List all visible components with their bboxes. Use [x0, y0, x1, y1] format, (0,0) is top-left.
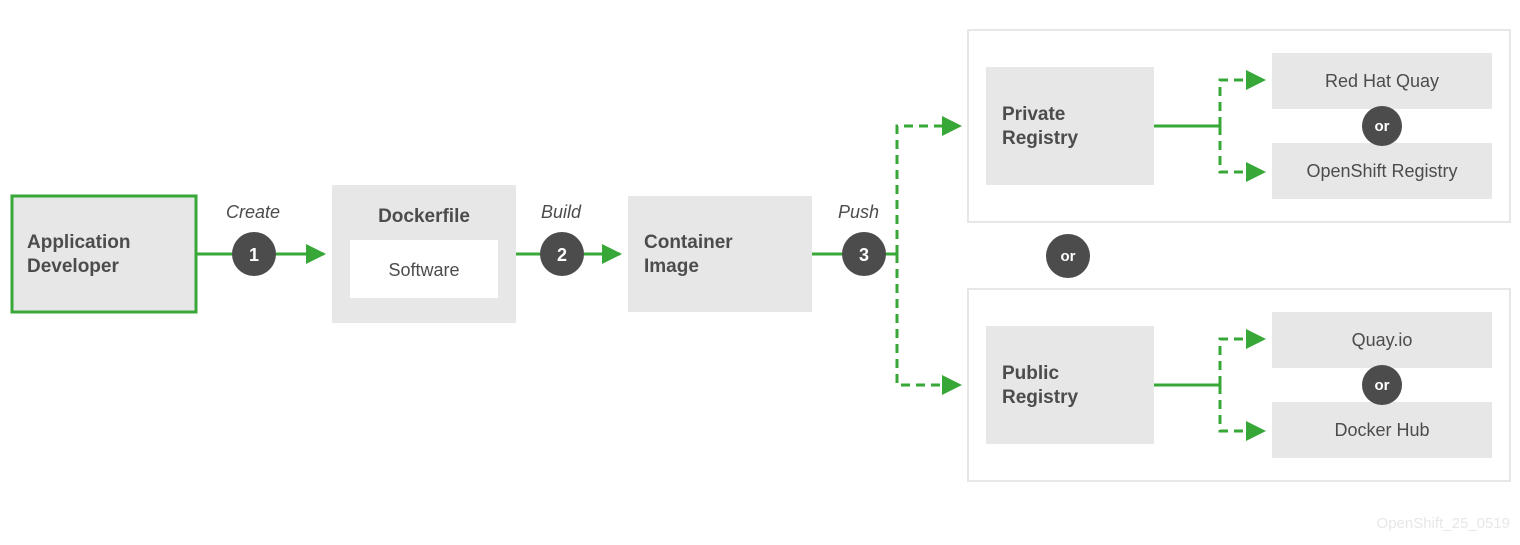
node-label: Container	[644, 232, 733, 253]
public-registry-split	[1154, 339, 1264, 431]
node-public-registry: Public Registry	[986, 326, 1154, 444]
svg-text:or: or	[1061, 248, 1076, 265]
step-1-create: Create 1	[196, 202, 324, 276]
svg-text:Registry: Registry	[1002, 387, 1078, 408]
svg-text:or: or	[1375, 118, 1390, 135]
node-label: Application	[27, 232, 130, 253]
node-openshift-registry: OpenShift Registry	[1272, 143, 1492, 199]
step-number: 3	[859, 245, 869, 265]
node-private-registry: Private Registry	[986, 67, 1154, 185]
or-badge-registries: or	[1046, 234, 1090, 278]
node-quay-io: Quay.io	[1272, 312, 1492, 368]
diagram: Application Developer Create 1 Dockerfil…	[0, 0, 1520, 545]
step-3-push: Push 3	[812, 202, 897, 276]
svg-text:Public: Public	[1002, 363, 1059, 384]
private-registry-split	[1154, 80, 1264, 172]
step-label: Create	[226, 202, 280, 222]
step-label: Build	[541, 202, 582, 222]
node-redhat-quay: Red Hat Quay	[1272, 53, 1492, 109]
svg-text:Red Hat Quay: Red Hat Quay	[1325, 71, 1439, 91]
svg-text:Quay.io: Quay.io	[1352, 330, 1413, 350]
node-label: Image	[644, 256, 699, 277]
or-badge-private: or	[1362, 106, 1402, 146]
svg-text:OpenShift Registry: OpenShift Registry	[1306, 161, 1457, 181]
node-container-image: Container Image	[628, 196, 812, 312]
or-badge-public: or	[1362, 365, 1402, 405]
step-label: Push	[838, 202, 879, 222]
push-split	[897, 126, 960, 385]
svg-text:Private: Private	[1002, 104, 1065, 125]
step-number: 2	[557, 245, 567, 265]
step-2-build: Build 2	[516, 202, 620, 276]
step-number: 1	[249, 245, 259, 265]
node-dockerfile: Dockerfile Software	[332, 185, 516, 323]
footer-text: OpenShift_25_0519	[1377, 515, 1510, 532]
svg-text:Registry: Registry	[1002, 128, 1078, 149]
node-docker-hub: Docker Hub	[1272, 402, 1492, 458]
svg-text:Docker Hub: Docker Hub	[1334, 420, 1429, 440]
node-label: Dockerfile	[378, 206, 470, 227]
svg-text:or: or	[1375, 377, 1390, 394]
node-label: Developer	[27, 256, 119, 277]
node-application-developer: Application Developer	[12, 196, 196, 312]
software-label: Software	[388, 260, 459, 280]
